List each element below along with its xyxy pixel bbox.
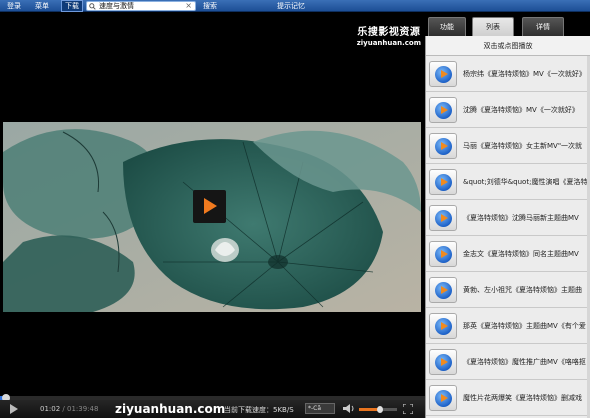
play-disc-icon: [435, 318, 452, 335]
playlist-play-button[interactable]: [429, 349, 457, 375]
playlist-item[interactable]: 沈腾《夏洛特烦恼》MV《一次就好》: [426, 92, 590, 128]
play-disc-icon: [435, 102, 452, 119]
playlist-header: 双击或点图播放: [426, 36, 590, 56]
playlist-play-button[interactable]: [429, 241, 457, 267]
speaker-icon[interactable]: [342, 403, 356, 414]
tab-list[interactable]: 列表: [472, 17, 514, 36]
duration: / 01:39:48: [60, 405, 99, 413]
search-clear-button[interactable]: ×: [185, 1, 192, 11]
playlist-item[interactable]: 金志文《夏洛特烦恼》同名主题曲MV: [426, 236, 590, 272]
playlist-item-title: 金志文《夏洛特烦恼》同名主题曲MV: [463, 250, 579, 258]
search-value: 速度与激情: [99, 2, 134, 10]
volume-handle[interactable]: [376, 406, 383, 413]
playlist-play-button[interactable]: [429, 61, 457, 87]
playlist-item-title: 沈腾《夏洛特烦恼》MV《一次就好》: [463, 106, 579, 114]
playlist-item[interactable]: 魔性片花两爆笑《夏洛特烦恼》删减戏: [426, 380, 590, 416]
playlist-item-title: 黄勃、左小祖咒《夏洛特烦恼》主题曲: [463, 286, 582, 294]
playlist-play-button[interactable]: [429, 205, 457, 231]
brand-watermark: 乐搜影视资源 ziyuanhuan.com: [357, 23, 421, 47]
tab-detail[interactable]: 详情: [522, 17, 564, 36]
login-button[interactable]: 登录: [4, 1, 24, 11]
playlist-item-title: &quot;刘德华&quot;魔性演唱《夏洛特: [463, 178, 587, 186]
play-overlay-button[interactable]: [193, 190, 226, 223]
download-button[interactable]: 下载: [61, 0, 83, 12]
tab-function[interactable]: 功能: [428, 17, 466, 36]
playlist-item[interactable]: &quot;刘德华&quot;魔性演唱《夏洛特: [426, 164, 590, 200]
playlist-panel: 双击或点图播放 杨宗纬《夏洛特烦恼》MV《一次就好》 沈腾《夏洛特烦恼》MV《一次…: [425, 36, 590, 418]
playlist-item[interactable]: 黄勃、左小祖咒《夏洛特烦恼》主题曲: [426, 272, 590, 308]
play-disc-icon: [435, 354, 452, 371]
control-bar: 01:02 / 01:39:48 ziyuanhuan.com 当前下载速度：5…: [0, 400, 425, 418]
search-button[interactable]: 搜索: [200, 1, 220, 11]
brand-url: ziyuanhuan.com: [356, 39, 421, 47]
playlist-item[interactable]: 杨宗纬《夏洛特烦恼》MV《一次就好》: [426, 56, 590, 92]
play-icon: [204, 198, 217, 214]
volume-slider[interactable]: [359, 406, 397, 413]
playlist-play-button[interactable]: [429, 97, 457, 123]
caption-select[interactable]: *-Cã: [305, 403, 335, 414]
playlist-item-title: 马丽《夏洛特烦恼》女主新MV"一次就: [463, 142, 583, 150]
playlist-play-button[interactable]: [429, 169, 457, 195]
play-disc-icon: [435, 246, 452, 263]
play-disc-icon: [435, 66, 452, 83]
play-disc-icon: [435, 282, 452, 299]
menu-button[interactable]: 菜单: [32, 1, 52, 11]
playlist-item[interactable]: 《夏洛特烦恼》沈腾马丽新主题曲MV: [426, 200, 590, 236]
play-icon[interactable]: [10, 404, 18, 414]
brand-name: 乐搜影视资源: [357, 27, 421, 38]
search-icon: [89, 3, 96, 10]
play-disc-icon: [435, 390, 452, 407]
playlist-item-title: 《夏洛特烦恼》魔性推广曲MV《咯咯抠: [463, 358, 586, 366]
play-disc-icon: [435, 138, 452, 155]
playlist-play-button[interactable]: [429, 313, 457, 339]
play-disc-icon: [435, 174, 452, 191]
playlist-item-title: 杨宗纬《夏洛特烦恼》MV《一次就好》: [463, 70, 586, 78]
download-speed: 当前下载速度：5KB/S: [224, 406, 294, 414]
search-input[interactable]: 速度与激情 ×: [86, 1, 196, 11]
playlist-item-title: 《夏洛特烦恼》沈腾马丽新主题曲MV: [463, 214, 579, 222]
playlist-play-button[interactable]: [429, 277, 457, 303]
fullscreen-icon[interactable]: [403, 404, 413, 414]
playlist-item[interactable]: 那英《夏洛特烦恼》主题曲MV《有个爱: [426, 308, 590, 344]
site-logo-text: ziyuanhuan.com: [115, 402, 226, 416]
time-display: 01:02 / 01:39:48: [40, 405, 98, 413]
history-button[interactable]: 提示记忆: [274, 1, 308, 11]
current-time: 01:02: [40, 405, 61, 413]
playlist-item-title: 魔性片花两爆笑《夏洛特烦恼》删减戏: [463, 394, 582, 402]
playlist-item-title: 那英《夏洛特烦恼》主题曲MV《有个爱: [463, 322, 586, 330]
playlist-play-button[interactable]: [429, 133, 457, 159]
playlist-item[interactable]: 马丽《夏洛特烦恼》女主新MV"一次就: [426, 128, 590, 164]
video-area[interactable]: 乐搜影视资源 ziyuanhuan.com: [0, 13, 425, 399]
play-disc-icon: [435, 210, 452, 227]
playlist-item[interactable]: 《夏洛特烦恼》魔性推广曲MV《咯咯抠: [426, 344, 590, 380]
playlist-play-button[interactable]: [429, 385, 457, 411]
top-toolbar: 登录 菜单 下载 速度与激情 × 搜索 提示记忆: [0, 0, 590, 12]
